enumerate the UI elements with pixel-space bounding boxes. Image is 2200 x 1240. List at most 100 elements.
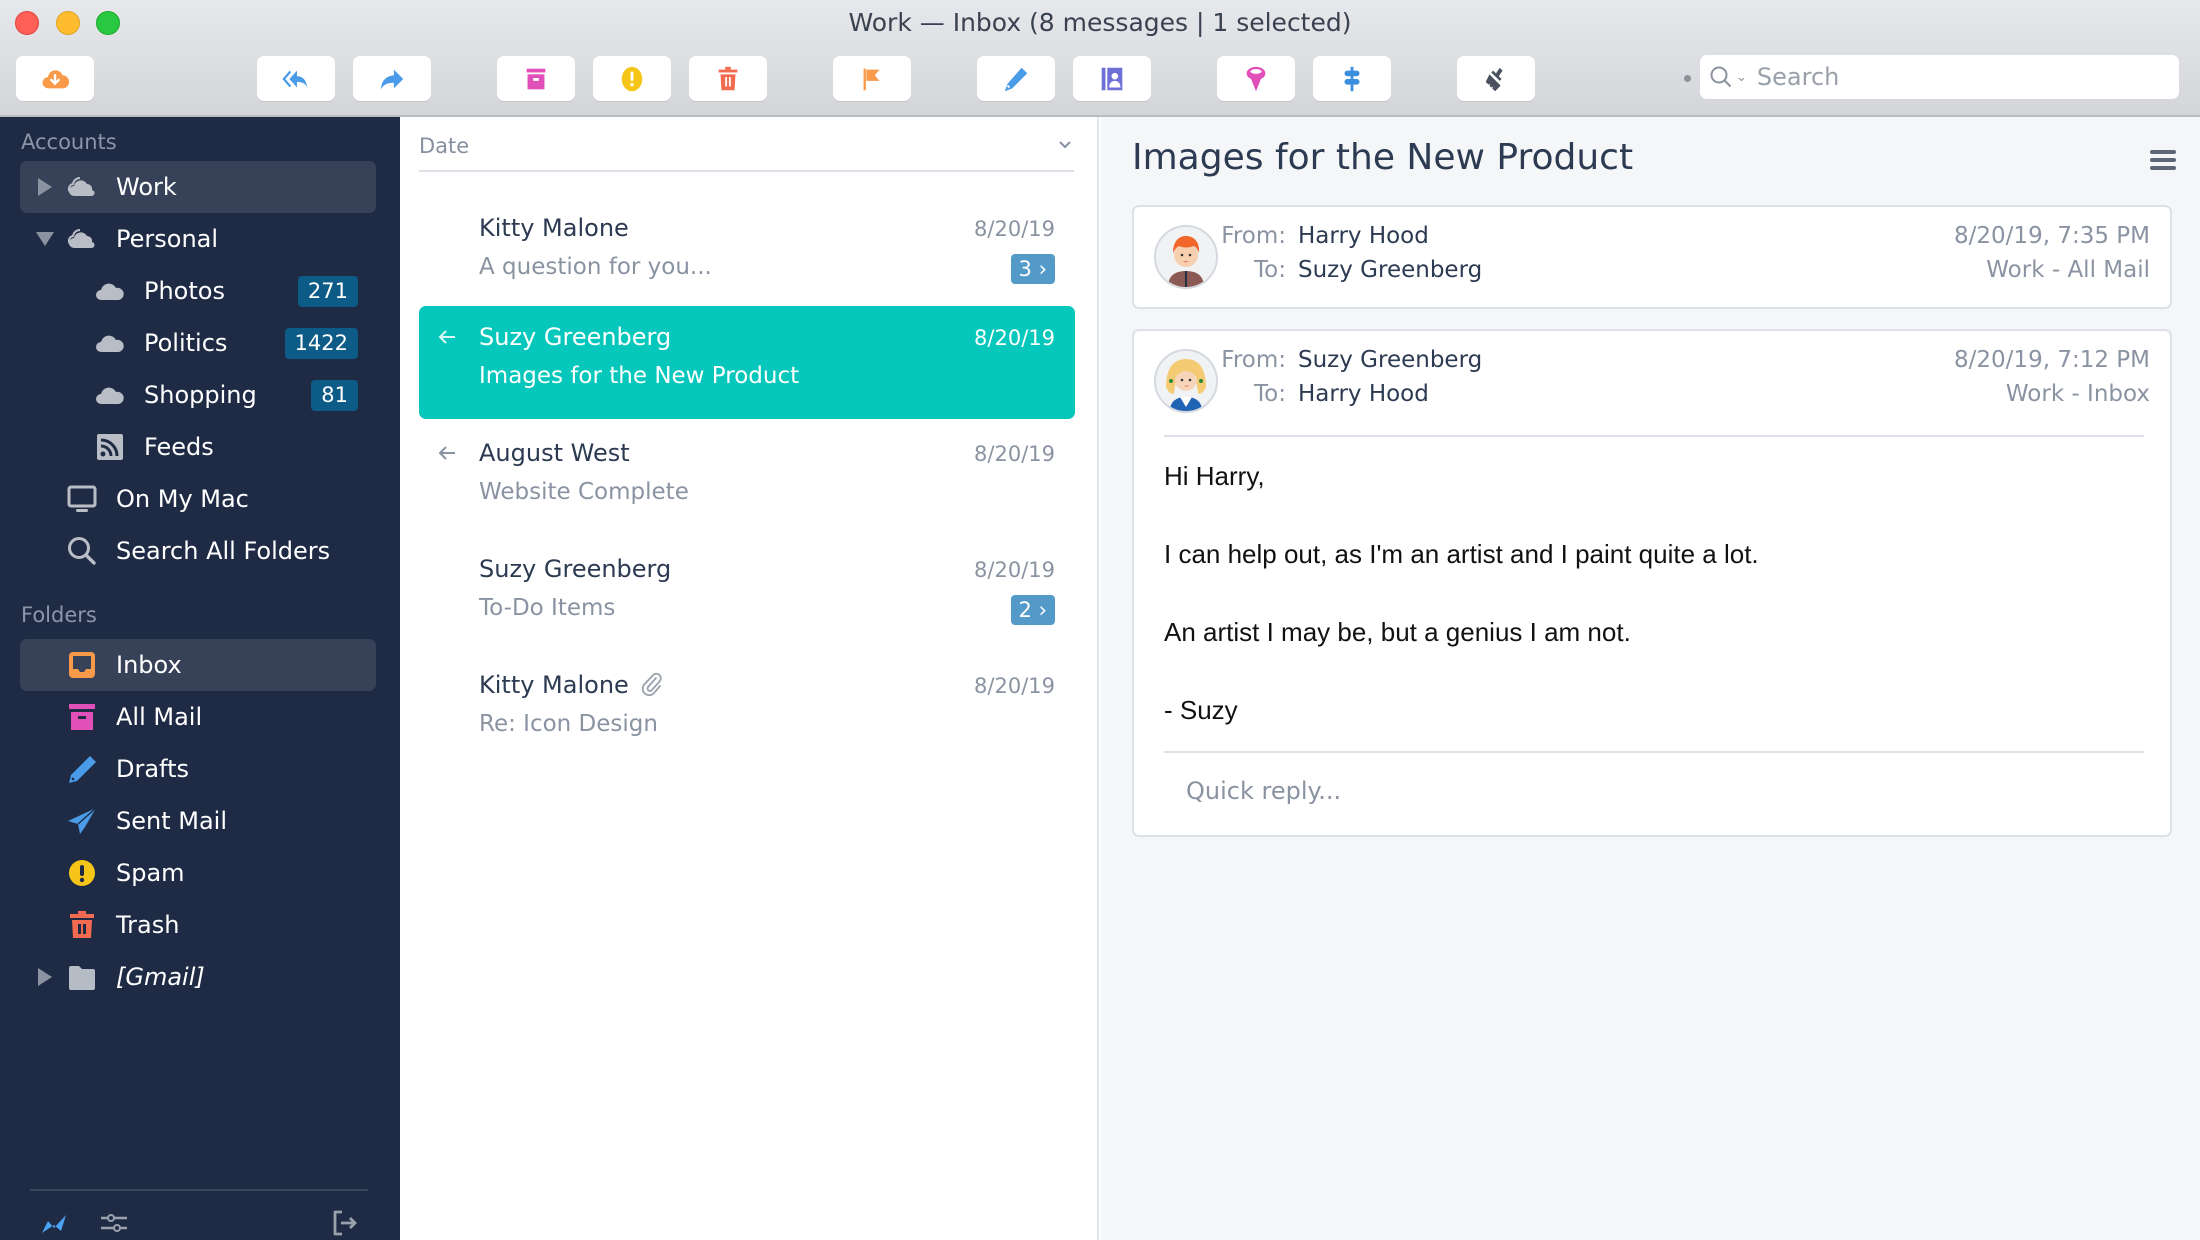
sidebar-item-feeds[interactable]: Feeds [20,421,376,473]
customize-button[interactable] [1457,56,1535,101]
search-options-chevron-icon[interactable]: ⌄ [1736,70,1747,85]
reply-all-icon [282,70,308,87]
message-row[interactable]: Kitty Malone A question for you... 8/20/… [419,197,1075,310]
accounts-header: Accounts [21,130,117,154]
sidebar-item-shopping[interactable]: Shopping 81 [20,369,376,421]
body-paragraph: - Suzy [1164,695,1238,725]
message-row[interactable]: Suzy Greenberg Images for the New Produc… [419,306,1075,419]
sidebar-item-inbox[interactable]: Inbox [20,639,376,691]
get-mail-button[interactable] [16,56,94,101]
sidebar-item-personal[interactable]: Personal [20,213,376,265]
sign-out-button[interactable] [328,1207,360,1239]
flag-icon [863,68,880,90]
sidebar-item-label: Work [116,173,177,201]
flag-button[interactable] [833,56,911,101]
reading-pane: Images for the New Product From: Harry H… [1101,117,2200,1240]
unread-count-badge: 271 [297,275,358,307]
paperclip-icon [641,672,662,697]
sidebar-item-sent-mail[interactable]: Sent Mail [20,795,376,847]
reply-all-button[interactable] [257,56,335,101]
sidebar-item-spam[interactable]: Spam [20,847,376,899]
message-date: 8/20/19 [974,217,1055,241]
from-value[interactable]: Suzy Greenberg [1298,347,1482,373]
to-value[interactable]: Suzy Greenberg [1298,257,1482,283]
sidebar-item-trash[interactable]: Trash [20,899,376,951]
unread-count-badge: 1422 [284,327,358,359]
message-sender: Kitty Malone [479,671,665,699]
from-value[interactable]: Harry Hood [1298,223,1429,249]
message-row[interactable]: Kitty Malone Re: Icon Design 8/20/19 [419,654,1075,767]
sidebar-item-work[interactable]: Work [20,161,376,213]
to-value[interactable]: Harry Hood [1298,381,1429,407]
from-label: From: [1221,223,1286,249]
message-row[interactable]: Suzy Greenberg To-Do Items 8/20/19 2 › [419,538,1075,651]
sort-divider [419,170,1074,172]
sidebar-item-label: All Mail [116,703,203,731]
message-row[interactable]: August West Website Complete 8/20/19 [419,422,1075,535]
archive-icon [526,68,546,89]
message-datetime: 8/20/19, 7:35 PM [1954,223,2150,249]
paper-plane-icon [66,805,98,837]
cloud-download-icon [42,69,70,88]
sort-chevron-down-icon[interactable] [1055,134,1075,154]
message-mailbox: Work - All Mail [1986,257,2150,283]
search-icon [1710,66,1732,88]
funnel-icon [1246,66,1266,91]
folder-icon [66,961,98,993]
inbox-icon [66,649,98,681]
message-subject: Re: Icon Design [479,711,658,737]
contacts-button[interactable] [1073,56,1151,101]
message-date: 8/20/19 [974,442,1055,466]
to-label: To: [1254,381,1286,407]
sidebar-item-on-my-mac[interactable]: On My Mac [20,473,376,525]
message-date: 8/20/19 [974,326,1055,350]
female-avatar [1154,349,1218,413]
activity-button[interactable] [38,1207,70,1239]
trash-icon [718,66,738,90]
signpost-icon [1344,66,1360,91]
to-label: To: [1254,257,1286,283]
disclosure-expanded-icon[interactable] [36,232,54,246]
quick-reply-input[interactable] [1186,777,2086,805]
message-datetime: 8/20/19, 7:12 PM [1954,347,2150,373]
spam-button[interactable] [593,56,671,101]
male-avatar [1154,225,1218,289]
compose-button[interactable] [977,56,1055,101]
folders-header: Folders [21,603,97,627]
sidebar-item-label: Photos [144,277,225,305]
pencil-icon [1004,67,1028,91]
message-date: 8/20/19 [974,558,1055,582]
message-subject: To-Do Items [479,595,616,621]
thread-count-badge[interactable]: 3 › [1010,254,1055,284]
sidebar-item-gmail[interactable]: [Gmail] [20,951,376,1003]
sidebar-item-all-mail[interactable]: All Mail [20,691,376,743]
sidebar-item-politics[interactable]: Politics 1422 [20,317,376,369]
archive-button[interactable] [497,56,575,101]
sidebar-item-search-all-folders[interactable]: Search All Folders [20,525,376,577]
message-mailbox: Work - Inbox [2005,381,2150,407]
sort-by-date[interactable]: Date [419,134,469,158]
sidebar-item-drafts[interactable]: Drafts [20,743,376,795]
sidebar-item-label: Drafts [116,755,189,783]
sidebar-item-photos[interactable]: Photos 271 [20,265,376,317]
hamburger-menu-icon[interactable] [2148,147,2178,173]
search-input[interactable] [1756,63,2137,91]
message-subject: Images for the New Product [479,363,800,389]
message-subject-title: Images for the New Product [1132,137,1634,178]
sidebar-item-label: Shopping [144,381,257,409]
sidebar-settings-button[interactable] [98,1207,130,1239]
message-sender: Suzy Greenberg [479,555,672,583]
disclosure-collapsed-icon[interactable] [38,178,52,196]
delete-button[interactable] [689,56,767,101]
sidebar-item-label: [Gmail] [116,963,205,991]
message-card-collapsed[interactable]: From: Harry Hood To: Suzy Greenberg 8/20… [1132,205,2172,309]
search-field[interactable]: ⌄ [1700,55,2179,99]
disclosure-collapsed-icon[interactable] [38,968,52,986]
filter-button[interactable] [1217,56,1295,101]
rules-button[interactable] [1313,56,1391,101]
thread-count-badge[interactable]: 2 › [1010,595,1055,625]
address-book-icon [1101,67,1123,90]
cloud-icon [94,327,126,359]
replied-arrow-icon [438,330,455,344]
forward-button[interactable] [353,56,431,101]
